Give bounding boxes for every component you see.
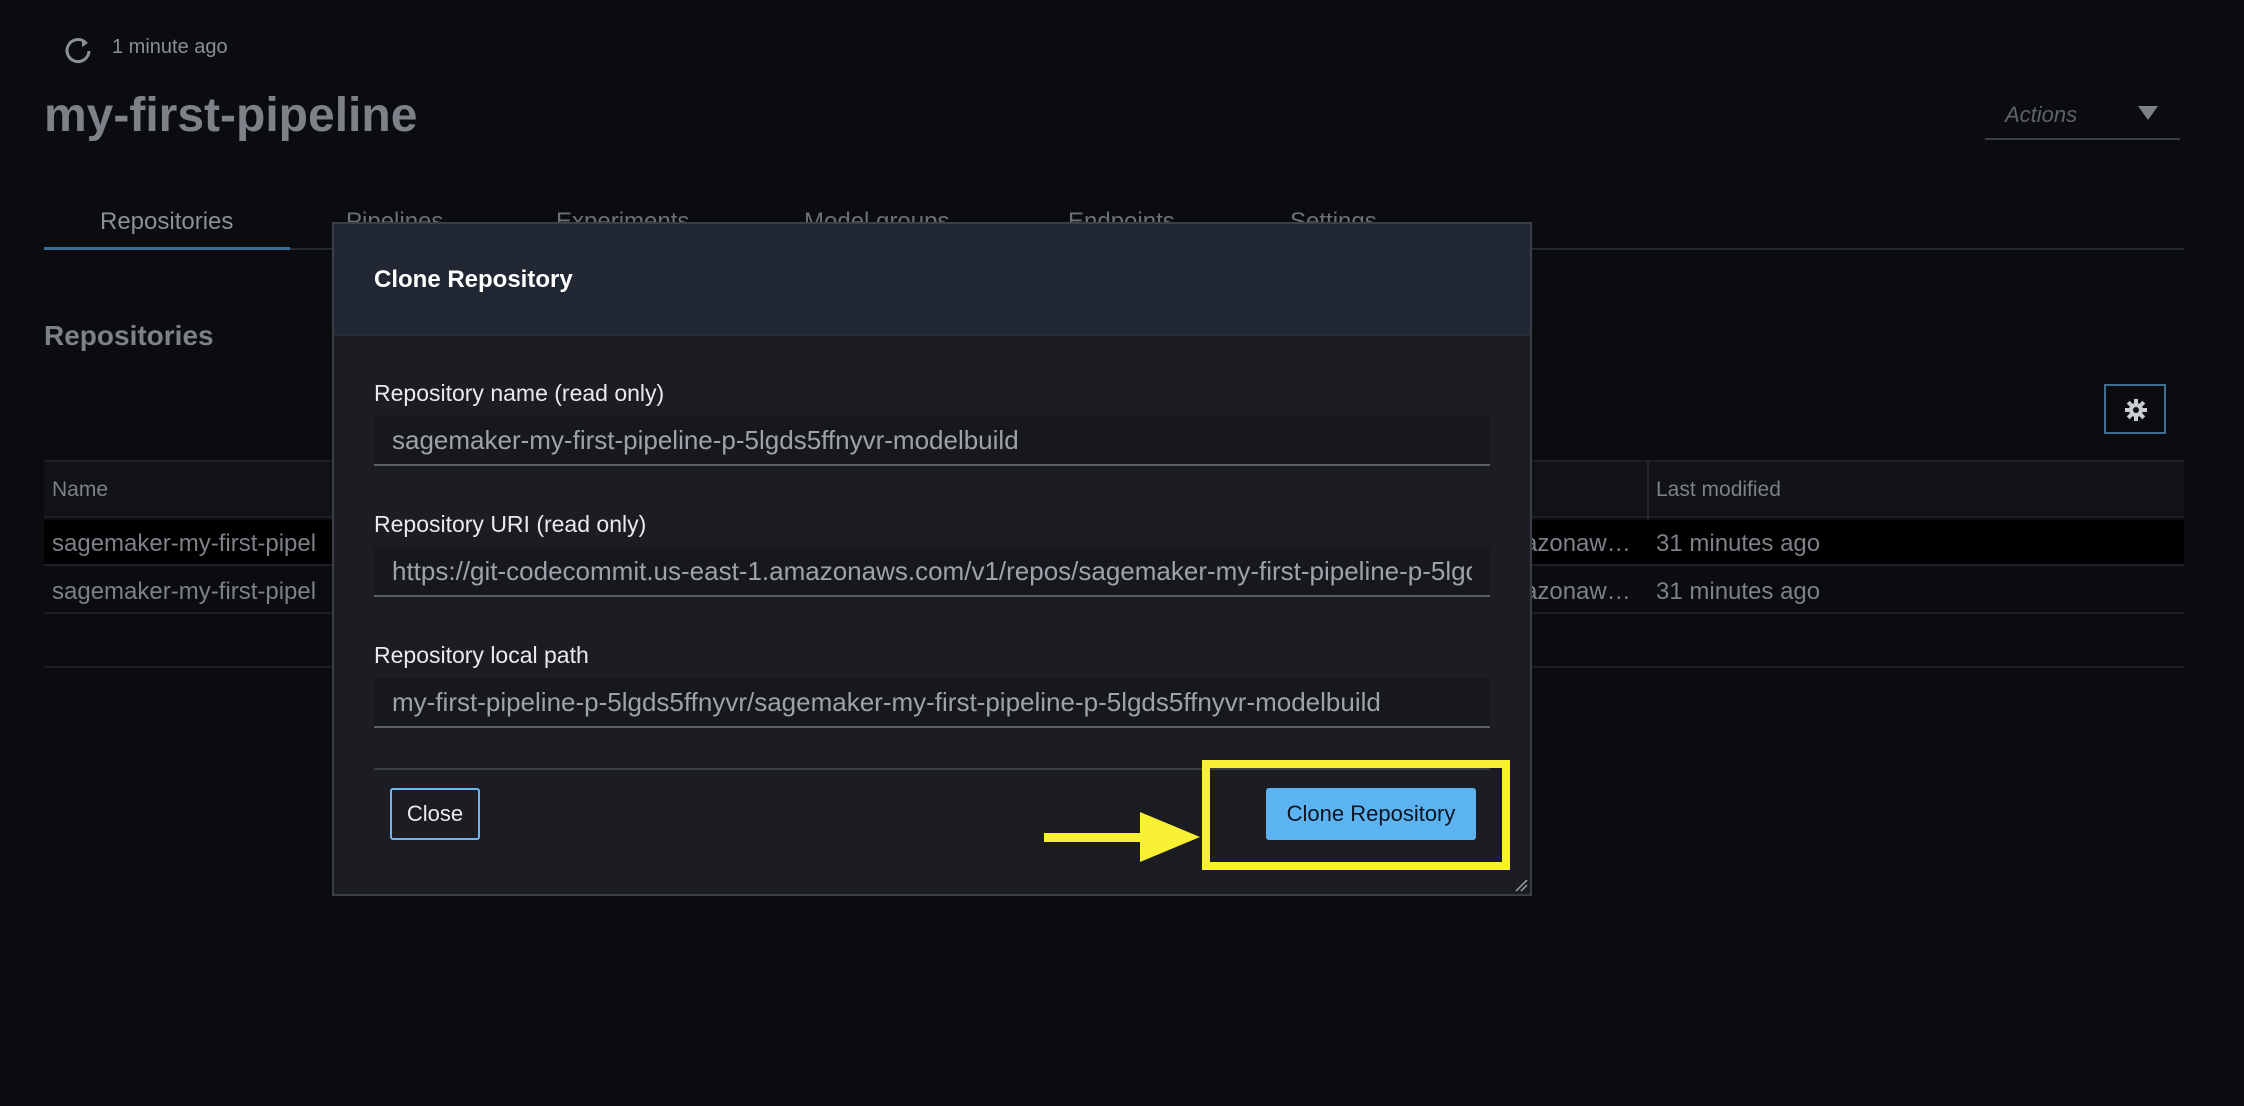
refresh-icon[interactable]: [62, 34, 94, 66]
close-button[interactable]: Close: [390, 788, 480, 840]
dialog-header: Clone Repository: [334, 224, 1530, 336]
active-tab-indicator: [44, 247, 290, 250]
repository-name-label: Repository name (read only): [374, 380, 665, 406]
repository-name-field[interactable]: [374, 416, 1490, 466]
column-divider: [1647, 462, 1649, 520]
repository-local-path-label: Repository local path: [374, 642, 589, 668]
last-modified-cell: 31 minutes ago: [1656, 530, 1821, 557]
table-settings-button[interactable]: [2104, 384, 2166, 434]
section-title: Repositories: [44, 320, 214, 351]
repository-uri-field[interactable]: [374, 547, 1490, 597]
arrow-right-icon: [1044, 812, 1200, 862]
dialog-title: Clone Repository: [374, 266, 573, 293]
repository-local-path-field[interactable]: [374, 678, 1490, 728]
repository-uri-label: Repository URI (read only): [374, 511, 647, 537]
actions-dropdown[interactable]: Actions: [1985, 88, 2180, 140]
gear-icon: [2125, 399, 2147, 421]
column-header-last-modified[interactable]: Last modified: [1656, 478, 1781, 502]
column-header-name[interactable]: Name: [52, 478, 108, 502]
repository-name-cell[interactable]: sagemaker-my-first-pipel: [52, 530, 342, 558]
page-title: my-first-pipeline: [44, 89, 418, 142]
repository-name-cell[interactable]: sagemaker-my-first-pipel: [52, 578, 342, 606]
last-updated-text: 1 minute ago: [112, 36, 228, 58]
actions-label: Actions: [2005, 102, 2078, 127]
resize-handle-icon[interactable]: [1514, 878, 1528, 892]
highlight-box: [1202, 760, 1510, 870]
last-modified-cell: 31 minutes ago: [1656, 578, 1821, 605]
tab-repositories[interactable]: Repositories: [100, 208, 233, 236]
caret-down-icon: [2138, 106, 2158, 120]
